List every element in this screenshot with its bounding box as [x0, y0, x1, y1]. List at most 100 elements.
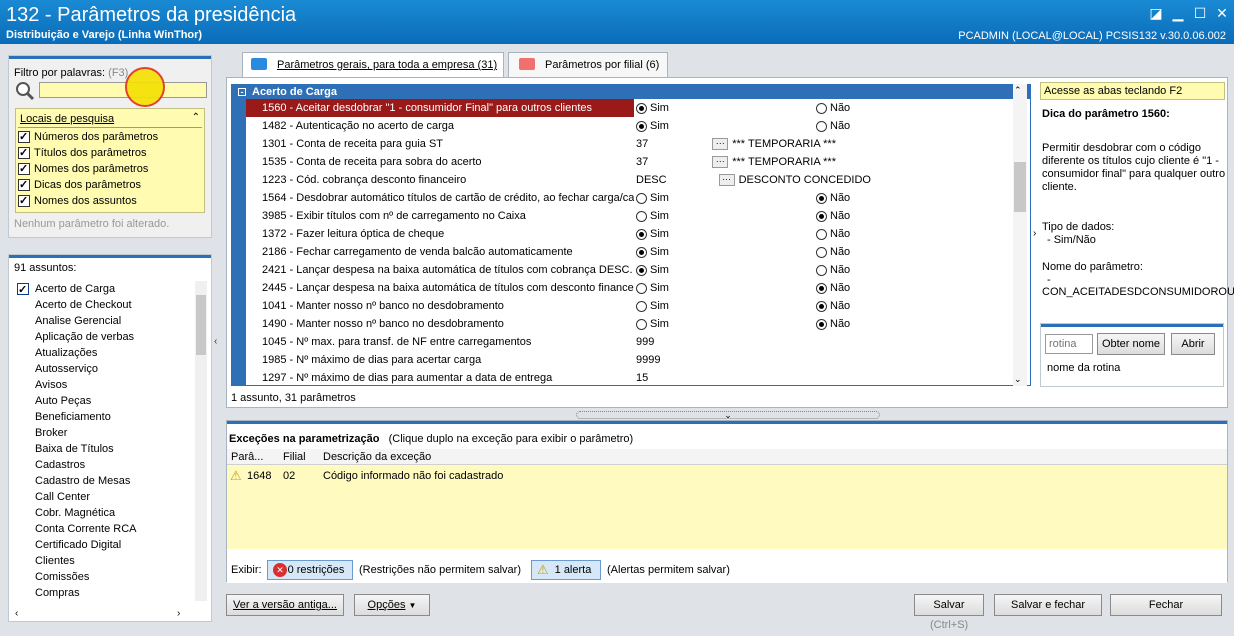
- col-description[interactable]: Descrição da exceção: [323, 451, 431, 463]
- chevron-down-icon[interactable]: ⌄: [576, 411, 880, 420]
- table-row[interactable]: 1041 - Manter nosso nº banco no desdobra…: [232, 297, 1030, 315]
- list-item[interactable]: Analise Gerencial: [15, 313, 195, 329]
- alerts-note: (Alertas permitem salvar): [607, 564, 730, 576]
- table-row[interactable]: 2445 - Lançar despesa na baixa automátic…: [232, 279, 1030, 297]
- exceptions-columns: Parâ... Filial Descrição da exceção: [227, 449, 1227, 465]
- rotina-input[interactable]: [1045, 334, 1093, 354]
- option-param-numbers[interactable]: Números dos parâmetros: [18, 130, 158, 144]
- subject-item-acerto-de-carga[interactable]: Acerto de Carga: [15, 281, 195, 298]
- status-text: Nenhum parâmetro foi alterado.: [14, 218, 170, 230]
- option-param-titles[interactable]: Títulos dos parâmetros: [18, 146, 147, 160]
- list-item[interactable]: Cadastros: [15, 457, 195, 473]
- tab-general-params[interactable]: Parâmetros gerais, para toda a empresa (…: [242, 52, 504, 77]
- list-item[interactable]: Cobr. Magnética: [15, 505, 195, 521]
- list-item[interactable]: Auto Peças: [15, 393, 195, 409]
- ellipsis-icon[interactable]: ···: [712, 156, 729, 169]
- open-button[interactable]: Abrir: [1171, 333, 1215, 355]
- list-item[interactable]: Broker: [15, 425, 195, 441]
- table-row[interactable]: 1535 - Conta de receita para sobra do ac…: [232, 153, 1030, 171]
- grid-footer: 1 assunto, 31 parâmetros: [231, 392, 356, 404]
- warning-icon: ⚠: [537, 562, 549, 577]
- exceptions-panel: Exceções na parametrização (Clique duplo…: [226, 420, 1228, 583]
- list-item[interactable]: Acerto de Checkout: [15, 297, 195, 313]
- table-row[interactable]: 1372 - Fazer leitura óptica de cheque Sim…: [232, 225, 1030, 243]
- table-row[interactable]: 1045 - Nº max. para transf. de NF entre …: [232, 333, 1030, 351]
- restore-icon[interactable]: ◪: [1148, 5, 1164, 21]
- params-panel: - Acerto de Carga 1560 - Aceitar desdobra…: [226, 77, 1234, 408]
- scroll-left-icon[interactable]: ‹: [15, 608, 18, 619]
- list-item[interactable]: Avisos: [15, 377, 195, 393]
- splitter-handle-icon[interactable]: ‹: [214, 336, 217, 347]
- option-param-names[interactable]: Nomes dos parâmetros: [18, 162, 148, 176]
- list-item[interactable]: Conta Corrente RCA: [15, 521, 195, 537]
- save-button[interactable]: Salvar: [914, 594, 984, 616]
- grid-scrollbar[interactable]: ⌃ ⌄: [1013, 84, 1027, 386]
- dropdown-arrow-icon: ▼: [408, 601, 417, 610]
- ellipsis-icon[interactable]: ···: [718, 174, 735, 187]
- table-row[interactable]: 1482 - Autenticação no acerto de carga Si…: [232, 117, 1030, 135]
- list-item[interactable]: Aplicação de verbas: [15, 329, 195, 345]
- search-locations-box: Locais de pesquisa ⌃ Números dos parâmet…: [15, 108, 205, 213]
- table-row[interactable]: 1490 - Manter nosso nº banco no desdobra…: [232, 315, 1030, 333]
- subjects-panel: 91 assuntos: Acerto de Carga Acerto de C…: [8, 254, 212, 622]
- table-row[interactable]: 2421 - Lançar despesa na baixa automátic…: [232, 261, 1030, 279]
- exceptions-filter-bar: Exibir: ✕ 0 restrições (Restrições não p…: [227, 557, 1227, 583]
- collapse-icon[interactable]: ⌃: [192, 112, 200, 123]
- option-param-tips[interactable]: Dicas dos parâmetros: [18, 178, 141, 192]
- get-name-button[interactable]: Obter nome: [1097, 333, 1165, 355]
- tab-branch-params[interactable]: Parâmetros por filial (6): [508, 52, 668, 77]
- error-icon: ✕: [273, 563, 287, 577]
- table-row[interactable]: 1301 - Conta de receita para guia ST 37 ··…: [232, 135, 1030, 153]
- old-version-button[interactable]: Ver a versão antiga...: [226, 594, 344, 616]
- table-row[interactable]: 1223 - Cód. cobrança desconto financeiro…: [232, 171, 1030, 189]
- table-row[interactable]: 2186 - Fechar carregamento de venda balc…: [232, 243, 1030, 261]
- minimize-icon[interactable]: ▁: [1170, 5, 1186, 21]
- filter-search-input[interactable]: [39, 82, 207, 98]
- table-row[interactable]: 1297 - Nº máximo de dias para aumentar a…: [232, 369, 1030, 385]
- tip-text: Permitir desdobrar com o código: [1042, 142, 1201, 154]
- subjects-scrollbar[interactable]: [195, 281, 207, 601]
- save-close-button[interactable]: Salvar e fechar: [994, 594, 1102, 616]
- rotina-box: Obter nome Abrir nome da rotina: [1040, 323, 1224, 387]
- table-row[interactable]: 1564 - Desdobrar automático títulos de c…: [232, 189, 1030, 207]
- folder-icon: [519, 58, 535, 70]
- subjects-count: 91 assuntos:: [14, 262, 77, 274]
- list-item[interactable]: Atualizações: [15, 345, 195, 361]
- table-row[interactable]: 1560 - Aceitar desdobrar "1 - consumidor…: [232, 99, 1030, 117]
- search-locations-title: Locais de pesquisa: [20, 113, 115, 125]
- col-filial[interactable]: Filial: [283, 451, 306, 463]
- table-row[interactable]: 1985 - Nº máximo de dias para acertar ca…: [232, 351, 1030, 369]
- col-param[interactable]: Parâ...: [231, 451, 263, 463]
- cursor-highlight: [125, 67, 165, 107]
- restrictions-button[interactable]: ✕ 0 restrições: [267, 560, 353, 580]
- splitter-handle-icon[interactable]: ›: [1033, 228, 1036, 239]
- table-row[interactable]: ⚠ 1648 02 Código informado não foi cadas…: [227, 465, 1227, 487]
- close-button[interactable]: Fechar: [1110, 594, 1222, 616]
- folder-icon: [251, 58, 267, 70]
- tip-text: consumidor final" para qualquer outro: [1042, 168, 1226, 180]
- list-item[interactable]: Clientes: [15, 553, 195, 569]
- param-name-value: CON_ACEITADESDCONSUMIDOROUT: [1042, 286, 1234, 298]
- list-item[interactable]: Autosserviço: [15, 361, 195, 377]
- close-icon[interactable]: ✕: [1214, 5, 1230, 21]
- list-item[interactable]: Compras: [15, 585, 195, 601]
- list-item[interactable]: Cadastro de Mesas: [15, 473, 195, 489]
- options-button[interactable]: Opções ▼: [354, 594, 430, 616]
- list-item[interactable]: Certificado Digital: [15, 537, 195, 553]
- maximize-icon[interactable]: ☐: [1192, 5, 1208, 21]
- alerts-button[interactable]: ⚠ 1 alerta: [531, 560, 601, 580]
- list-item[interactable]: Comissões: [15, 569, 195, 585]
- group-header[interactable]: - Acerto de Carga: [232, 85, 1030, 99]
- option-subject-names[interactable]: Nomes dos assuntos: [18, 194, 137, 208]
- user-info: PCADMIN (LOCAL@LOCAL) PCSIS132 v.30.0.06…: [958, 30, 1226, 42]
- exceptions-header: Exceções na parametrização (Clique duplo…: [227, 424, 1227, 452]
- list-item[interactable]: Baixa de Títulos: [15, 441, 195, 457]
- table-row[interactable]: 3985 - Exibir títulos com nº de carregam…: [232, 207, 1030, 225]
- restrictions-note: (Restrições não permitem salvar): [359, 564, 521, 576]
- list-item[interactable]: Call Center: [15, 489, 195, 505]
- subjects-list[interactable]: Acerto de Carga Acerto de Checkout Anali…: [15, 281, 195, 611]
- ellipsis-icon[interactable]: ···: [712, 138, 729, 151]
- tip-title: Dica do parâmetro 1560:: [1042, 108, 1170, 120]
- list-item[interactable]: Beneficiamento: [15, 409, 195, 425]
- scroll-right-icon[interactable]: ›: [177, 608, 180, 619]
